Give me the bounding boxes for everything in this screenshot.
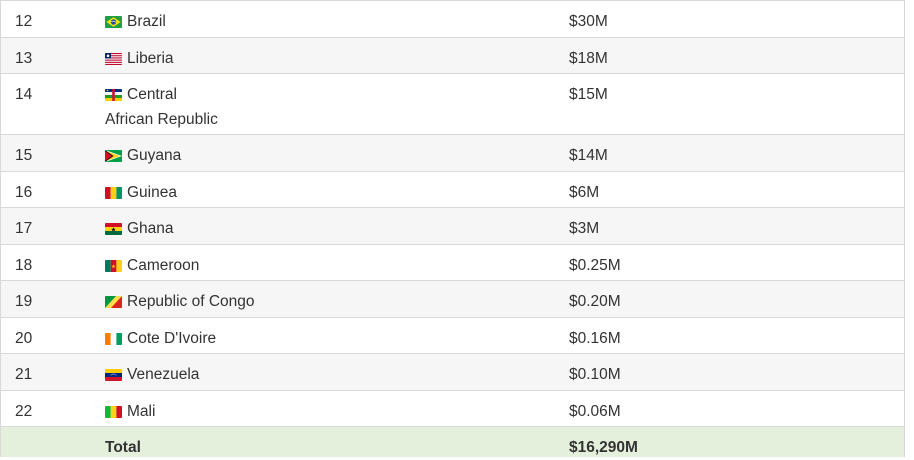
liberia-flag-icon xyxy=(105,52,122,65)
venezuela-flag-icon xyxy=(105,369,122,381)
country-cell: Republic of Congo xyxy=(104,281,569,314)
amount-cell: $18M xyxy=(569,49,608,67)
amount-cell: $0.06M xyxy=(569,402,621,420)
ghana-flag-icon xyxy=(105,223,122,235)
amount-cell: $0.25M xyxy=(569,256,621,274)
table-row: 12 Brazil $30M xyxy=(1,1,904,38)
brazil-flag-icon xyxy=(105,16,122,28)
amount-cell: $0.16M xyxy=(569,329,621,347)
country-name: Liberia xyxy=(127,49,174,67)
guinea-flag-icon xyxy=(105,186,122,199)
country-cell: Cote D'Ivoire xyxy=(104,318,569,351)
amount-cell: $14M xyxy=(569,147,608,164)
country-cell: Ghana xyxy=(104,208,569,241)
country-cell: Liberia xyxy=(104,38,569,71)
country-cell: Cameroon xyxy=(104,245,569,278)
cote-divoire-flag-icon xyxy=(105,332,122,345)
table-row: 17 Ghana $3M xyxy=(1,208,904,245)
amount-cell: $6M xyxy=(569,183,600,201)
country-cell: Central African Republic xyxy=(104,74,569,132)
rank-cell: 18 xyxy=(15,256,33,274)
rank-cell: 16 xyxy=(15,183,33,201)
country-name: Ghana xyxy=(127,220,174,237)
rank-cell: 20 xyxy=(15,329,33,347)
rank-cell xyxy=(1,427,104,435)
table-row: 22 Mali $0.06M xyxy=(1,391,904,427)
country-name: Cote D'Ivoire xyxy=(127,329,217,347)
country-name: Mali xyxy=(127,402,156,420)
country-name: Guyana xyxy=(127,147,182,164)
table-row: 20 Cote D'Ivoire $0.16M xyxy=(1,318,904,354)
country-name: Cameroon xyxy=(127,256,200,274)
rank-cell: 15 xyxy=(15,147,33,164)
data-table: 12 Brazil $30M 13 Liberia $18M 14 Centra… xyxy=(0,0,905,457)
country-name: Republic of Congo xyxy=(127,293,255,310)
rank-cell: 22 xyxy=(15,402,33,420)
country-name: Central xyxy=(127,86,177,103)
country-name: Brazil xyxy=(127,13,166,30)
table-row: 14 Central African Republic $15M xyxy=(1,74,904,135)
amount-cell: $30M xyxy=(569,13,608,30)
republic-of-congo-flag-icon xyxy=(105,296,122,308)
mali-flag-icon xyxy=(105,405,122,418)
amount-cell: $0.10M xyxy=(569,366,621,383)
country-cell: Guinea xyxy=(104,172,569,205)
table-row: 18 Cameroon $0.25M xyxy=(1,245,904,281)
country-name-line2: African Republic xyxy=(105,111,218,128)
country-name: Guinea xyxy=(127,183,177,201)
rank-cell: 17 xyxy=(15,220,33,237)
rank-cell: 14 xyxy=(15,86,33,103)
total-row: Total $16,290M xyxy=(1,427,904,457)
amount-cell: $15M xyxy=(569,86,608,103)
amount-cell: $3M xyxy=(569,220,600,237)
rank-cell: 21 xyxy=(15,366,33,383)
table-row: 21 Venezuela $0.10M xyxy=(1,354,904,391)
country-cell: Venezuela xyxy=(104,354,569,387)
country-cell: Brazil xyxy=(104,1,569,34)
table-row: 13 Liberia $18M xyxy=(1,37,904,74)
country-cell: Mali xyxy=(104,391,569,424)
table-row: 15 Guyana $14M xyxy=(1,135,904,172)
cameroon-flag-icon xyxy=(105,259,122,272)
guyana-flag-icon xyxy=(105,150,122,162)
table-row: 19 Republic of Congo $0.20M xyxy=(1,281,904,318)
country-name: Venezuela xyxy=(127,366,200,383)
rank-cell: 13 xyxy=(15,49,33,67)
total-label: Total xyxy=(105,439,141,456)
table-row: 16 Guinea $6M xyxy=(1,172,904,208)
amount-cell: $0.20M xyxy=(569,293,621,310)
total-amount: $16,290M xyxy=(569,439,638,456)
central-african-republic-flag-icon xyxy=(105,89,122,101)
rank-cell: 19 xyxy=(15,293,33,310)
rank-cell: 12 xyxy=(15,13,33,30)
country-cell: Guyana xyxy=(104,135,569,168)
